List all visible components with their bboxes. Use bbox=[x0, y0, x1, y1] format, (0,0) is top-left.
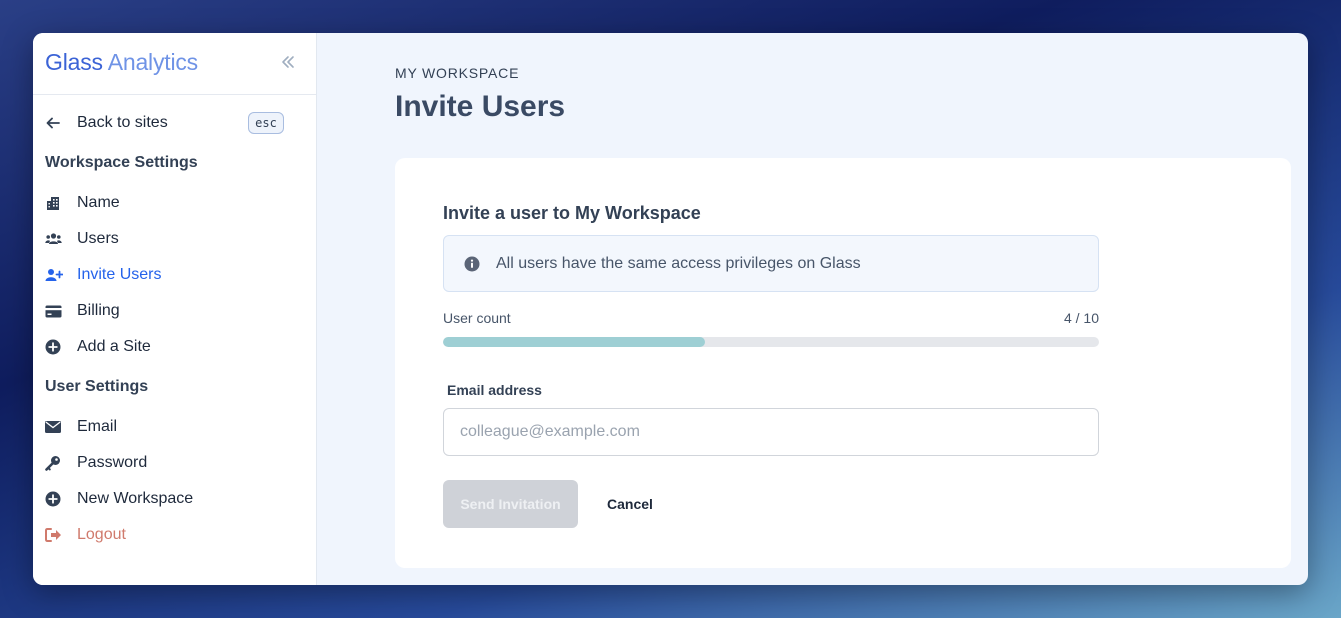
brand-name-part1: Glass bbox=[45, 49, 103, 75]
esc-shortcut-badge: esc bbox=[248, 112, 284, 134]
sidebar-item-label: Add a Site bbox=[77, 338, 151, 355]
arrow-left-icon bbox=[45, 111, 77, 135]
sidebar-item-label: Billing bbox=[77, 302, 120, 319]
main-content: MY WORKSPACE Invite Users Invite a user … bbox=[317, 33, 1308, 585]
sidebar-item-invite-users[interactable]: Invite Users bbox=[45, 263, 305, 287]
sidebar-item-label: New Workspace bbox=[77, 490, 194, 507]
logout-icon bbox=[45, 523, 77, 547]
double-chevron-left-icon[interactable] bbox=[277, 51, 299, 73]
sidebar-item-add-site[interactable]: Add a Site bbox=[45, 335, 305, 359]
user-count-label: User count bbox=[443, 310, 511, 326]
plus-circle-icon bbox=[45, 335, 77, 359]
card-heading: Invite a user to My Workspace bbox=[443, 203, 701, 223]
sidebar-item-label: Password bbox=[77, 454, 148, 471]
key-icon bbox=[45, 451, 77, 475]
sidebar-item-users[interactable]: Users bbox=[45, 227, 305, 251]
sidebar: Glass Analytics Back to sites esc Worksp… bbox=[33, 33, 317, 585]
credit-card-icon bbox=[45, 299, 77, 323]
sidebar-item-label: Logout bbox=[77, 526, 126, 543]
envelope-icon bbox=[45, 415, 77, 439]
brand-header: Glass Analytics bbox=[33, 33, 316, 95]
workspace-settings-heading: Workspace Settings bbox=[45, 154, 198, 171]
info-banner: All users have the same access privilege… bbox=[443, 235, 1099, 292]
sidebar-item-password[interactable]: Password bbox=[45, 451, 305, 475]
plus-circle-icon bbox=[45, 487, 77, 511]
sidebar-item-label: Users bbox=[77, 230, 119, 247]
sidebar-item-label: Invite Users bbox=[77, 266, 162, 283]
app-window: Glass Analytics Back to sites esc Worksp… bbox=[33, 33, 1308, 585]
sidebar-item-billing[interactable]: Billing bbox=[45, 299, 305, 323]
user-settings-heading: User Settings bbox=[45, 378, 149, 395]
info-text: All users have the same access privilege… bbox=[496, 254, 861, 272]
user-plus-icon bbox=[45, 263, 77, 287]
sidebar-item-logout[interactable]: Logout bbox=[45, 523, 305, 547]
brand-name-part2: Analytics bbox=[107, 49, 198, 75]
brand-logo[interactable]: Glass Analytics bbox=[45, 49, 198, 76]
send-invitation-button[interactable]: Send Invitation bbox=[443, 480, 578, 528]
workspace-eyebrow: MY WORKSPACE bbox=[395, 65, 520, 81]
cancel-button[interactable]: Cancel bbox=[595, 480, 665, 528]
users-icon bbox=[45, 227, 77, 251]
sidebar-item-label: Name bbox=[77, 194, 120, 211]
user-count-value: 4 / 10 bbox=[1063, 310, 1099, 326]
sidebar-item-label: Email bbox=[77, 418, 118, 435]
building-icon bbox=[45, 191, 77, 215]
invite-card: Invite a user to My Workspace All users … bbox=[395, 158, 1291, 568]
sidebar-item-name[interactable]: Name bbox=[45, 191, 305, 215]
user-count-progress bbox=[443, 337, 1099, 347]
user-count-progress-fill bbox=[443, 337, 706, 347]
info-icon bbox=[464, 256, 480, 272]
sidebar-item-new-workspace[interactable]: New Workspace bbox=[45, 487, 305, 511]
email-input[interactable] bbox=[443, 408, 1099, 456]
back-to-sites-label: Back to sites bbox=[77, 114, 168, 131]
sidebar-item-email[interactable]: Email bbox=[45, 415, 305, 439]
page-title: Invite Users bbox=[395, 90, 566, 123]
email-label: Email address bbox=[447, 382, 542, 398]
